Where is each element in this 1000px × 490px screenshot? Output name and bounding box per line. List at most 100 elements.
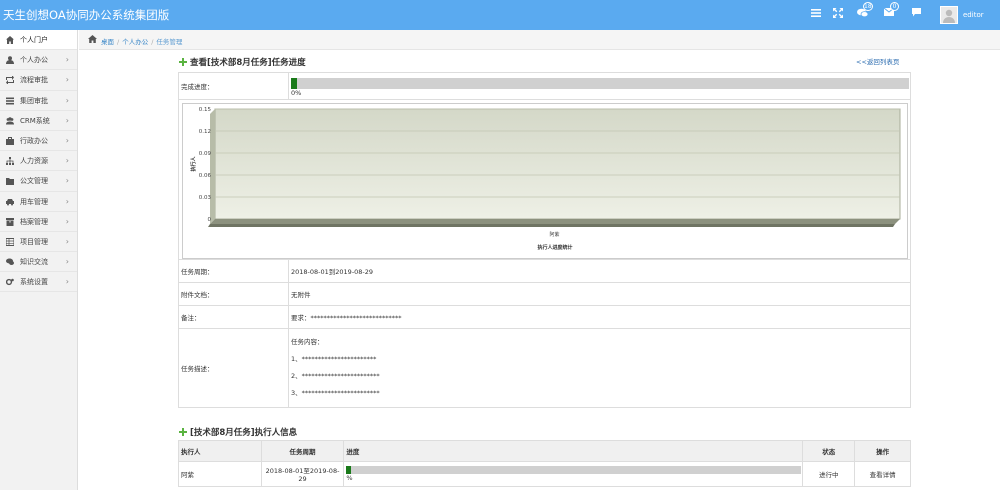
username[interactable]: editor — [963, 11, 984, 19]
breadcrumb: 桌面 / 个人办公 / 任务管理 — [79, 30, 1000, 50]
sidebar-item[interactable]: 档案管理 › — [0, 212, 77, 232]
sidebar: 个人门户 个人办公 › 流程审批 › 集团审批 › CRM系统 › 行政办公 › 人力资源 › 公文管理 ›… — [0, 30, 78, 490]
executor-section-title: [技术部8月任务]执行人信息 — [179, 426, 297, 438]
executor-period: 2018-08-01至2019-08-29 — [260, 461, 345, 487]
app-title: 天生创想OA协同办公系统集团版 — [3, 8, 170, 22]
col-header-status: 状态 — [802, 440, 856, 462]
sidebar-item-label: 行政办公 — [20, 136, 48, 145]
home-icon — [6, 36, 14, 44]
chart-plot-wall — [214, 108, 901, 220]
sidebar-item[interactable]: 个人门户 — [0, 30, 77, 51]
sidebar-item-label: 人力资源 — [20, 157, 48, 166]
description-value: 任务内容： 1、*********************** 2、******… — [288, 328, 911, 408]
menu-icon[interactable] — [811, 8, 825, 22]
description-line: 1、*********************** — [291, 355, 377, 363]
executor-name: 阿紫 — [178, 461, 262, 487]
user-icon — [6, 56, 14, 65]
progress-label: 完成进度： — [178, 72, 289, 100]
description-line: 2、************************ — [291, 372, 380, 380]
chevron-right-icon: › — [65, 176, 69, 186]
progress-section-title: 查看[技术部8月任务]任务进度 — [179, 56, 306, 68]
sidebar-item[interactable]: 人力资源 › — [0, 151, 77, 172]
sidebar-item[interactable]: 项目管理 › — [0, 232, 77, 253]
sidebar-item[interactable]: 流程审批 › — [0, 70, 77, 91]
chevron-right-icon: › — [65, 75, 69, 85]
mail-icon[interactable]: 0 — [884, 2, 899, 22]
comments-icon — [6, 258, 14, 266]
progress-text: 0% — [291, 88, 302, 97]
chart-floor — [210, 219, 900, 224]
chart-floor-edge — [208, 224, 895, 227]
sidebar-item-label: CRM系统 — [20, 116, 50, 125]
sidebar-item[interactable]: 公文管理 › — [0, 171, 77, 192]
y-tick-label: 0 — [208, 217, 212, 223]
chevron-right-icon: › — [65, 135, 69, 145]
sidebar-item-label: 系统设置 — [20, 278, 48, 287]
attachment-label: 附件文档： — [178, 282, 289, 306]
home-icon — [88, 35, 97, 43]
progress-chart: 0.15 0.12 0.09 0.06 0.03 0 阿紫执行人进度统计 执行人 — [182, 103, 908, 259]
chevron-right-icon: › — [65, 236, 69, 246]
chat-badge: 18 — [863, 2, 873, 11]
group-icon — [6, 117, 14, 125]
period-label: 任务周期： — [178, 259, 289, 283]
note-label: 备注： — [178, 305, 289, 329]
col-header-period: 任务周期 — [260, 440, 345, 462]
chevron-right-icon: › — [65, 115, 69, 125]
sidebar-item[interactable]: 个人办公 › — [0, 50, 77, 71]
note-value: 要求：**************************** — [288, 305, 911, 329]
mail-badge: 0 — [890, 2, 899, 11]
table-row: 阿紫 2018-08-01至2019-08-29 % 进行中 查看详情 — [178, 461, 911, 487]
retweet-icon — [6, 76, 14, 85]
sidebar-item[interactable]: 系统设置 › — [0, 272, 77, 293]
sidebar-item[interactable]: 用车管理 › — [0, 192, 77, 212]
archive-icon — [6, 217, 14, 226]
avatar[interactable] — [940, 6, 958, 24]
view-details-link[interactable]: 查看详情 — [854, 461, 911, 487]
chevron-right-icon: › — [65, 156, 69, 166]
top-bar: 天生创想OA协同办公系统集团版 18 0 editor — [0, 0, 1000, 30]
chevron-right-icon: › — [65, 277, 69, 287]
briefcase-icon — [6, 136, 14, 145]
sidebar-item-label: 个人门户 — [20, 36, 48, 44]
sidebar-item[interactable]: CRM系统 › — [0, 111, 77, 131]
progress-bar — [291, 77, 909, 89]
task-detail-table: 完成进度： 0% 0.15 0.12 0.09 0.06 0.03 0 阿紫 执行人进度统计 执… — [178, 72, 911, 408]
sidebar-item[interactable]: 行政办公 › — [0, 131, 77, 152]
sitemap-icon — [6, 157, 14, 166]
sidebar-item[interactable]: 知识交流 › — [0, 252, 77, 273]
description-label: 任务描述： — [178, 328, 289, 408]
fullscreen-icon[interactable] — [833, 8, 847, 22]
chevron-right-icon: › — [65, 55, 69, 65]
executor-progress-text: % — [346, 474, 353, 482]
chart-side-wall — [210, 109, 215, 224]
x-axis-label: 执行人进度统计 — [537, 244, 572, 251]
y-tick-label: 0.09 — [199, 151, 212, 157]
chevron-right-icon: › — [65, 95, 69, 105]
plus-icon — [179, 428, 187, 436]
plus-icon — [179, 58, 187, 66]
sidebar-item-label: 个人办公 — [20, 56, 48, 65]
y-axis-label: 执行人 — [190, 156, 197, 172]
chat-icon[interactable]: 18 — [857, 2, 873, 22]
sidebar-item[interactable]: 集团审批 › — [0, 91, 77, 111]
table-icon — [6, 237, 14, 246]
list-icon — [6, 97, 14, 105]
y-tick-label: 0.06 — [199, 173, 212, 179]
description-line: 任务内容： — [291, 338, 324, 346]
breadcrumb-home[interactable]: 桌面 — [101, 38, 114, 46]
message-icon[interactable] — [912, 8, 926, 22]
chevron-right-icon: › — [65, 257, 69, 267]
executor-table: 执行人 任务周期 进度 状态 操作 阿紫 2018-08-01至2019-08-… — [178, 440, 911, 487]
sidebar-item-label: 集团审批 — [20, 96, 48, 105]
back-to-list-link[interactable]: <<返回列表页 — [856, 56, 899, 66]
y-tick-label: 0.12 — [199, 129, 211, 135]
cogs-icon — [6, 278, 14, 286]
breadcrumb-current: 任务管理 — [156, 38, 183, 46]
sidebar-item-label: 用车管理 — [20, 197, 48, 206]
description-line: 3、************************ — [291, 389, 380, 397]
folder-icon — [6, 178, 14, 186]
executor-progress-bar — [346, 466, 802, 474]
breadcrumb-parent[interactable]: 个人办公 — [122, 38, 148, 46]
col-header-executor: 执行人 — [178, 440, 262, 462]
